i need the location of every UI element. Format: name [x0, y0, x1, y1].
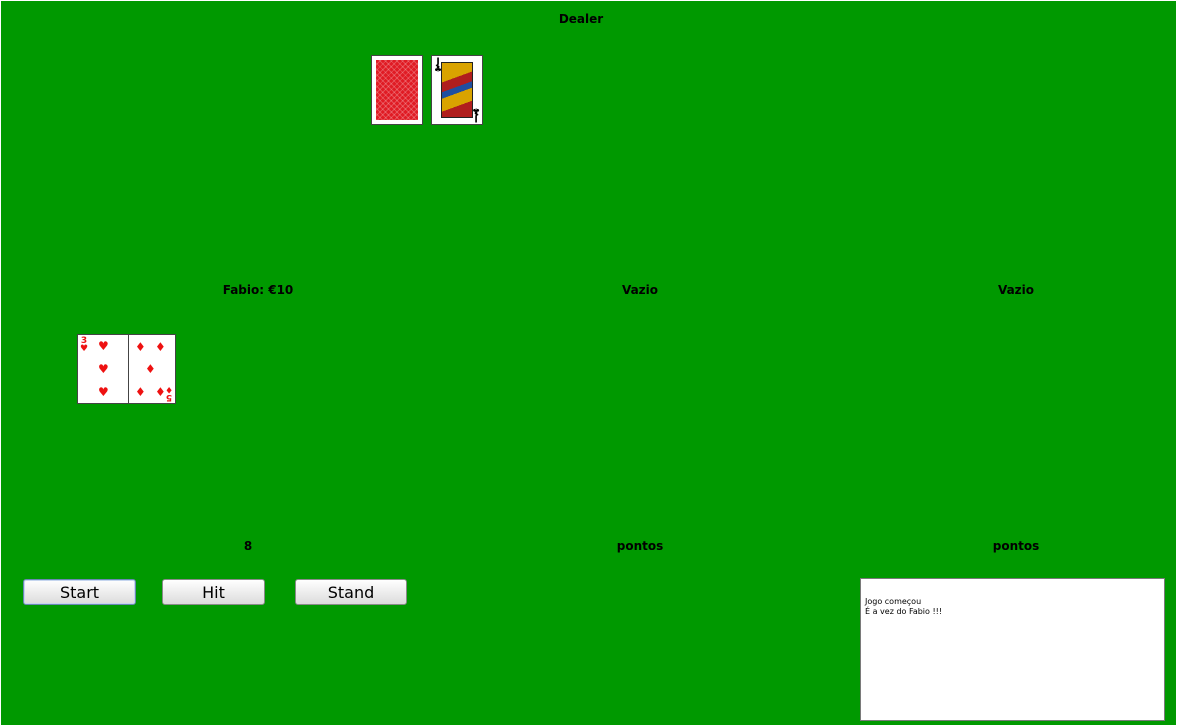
dealer-card-jack-clubs: J ♣ J ♣ [431, 55, 483, 125]
seat-2-label: Vazio [621, 283, 659, 297]
diamond-icon: ♦ [135, 340, 146, 354]
seat-3-points: pontos [992, 539, 1040, 553]
card-rank: J [474, 113, 478, 123]
seat-3-label: Vazio [997, 283, 1035, 297]
card-rank: 5 [165, 392, 173, 402]
card-back-pattern [375, 59, 419, 121]
player-card-five-diamonds: ♦ ♦ ♦ ♦ ♦ 5 ♦ [128, 334, 176, 404]
hit-button[interactable]: Hit [162, 579, 265, 605]
log-line: É a vez do Fabio !!! [865, 607, 943, 616]
stand-button[interactable]: Stand [295, 579, 407, 605]
card-corner: J ♣ [471, 105, 480, 123]
game-log[interactable]: Jogo começou É a vez do Fabio !!! [860, 578, 1165, 721]
seat-1-points: 8 [243, 539, 253, 553]
player-card-three-hearts: 3 ♥ ♥ ♥ ♥ [77, 334, 129, 404]
diamond-icon: ♦ [135, 385, 146, 399]
heart-icon: ♥ [98, 339, 109, 353]
heart-icon: ♥ [98, 385, 109, 399]
card-corner: 5 ♦ [164, 384, 173, 402]
dealer-card-face-down [371, 55, 423, 125]
log-line: Jogo começou [865, 597, 922, 606]
card-corner: 3 ♥ [80, 337, 89, 354]
start-button[interactable]: Start [23, 579, 136, 605]
seat-1-label: Fabio: €10 [222, 283, 294, 297]
dealer-label: Dealer [558, 12, 604, 26]
diamond-icon: ♦ [164, 384, 173, 394]
club-icon: ♣ [471, 105, 480, 115]
diamond-icon: ♦ [155, 340, 166, 354]
diamond-icon: ♦ [145, 362, 156, 376]
jack-face-art [441, 62, 473, 118]
heart-icon: ♥ [80, 344, 89, 354]
heart-icon: ♥ [98, 362, 109, 376]
seat-2-points: pontos [616, 539, 664, 553]
